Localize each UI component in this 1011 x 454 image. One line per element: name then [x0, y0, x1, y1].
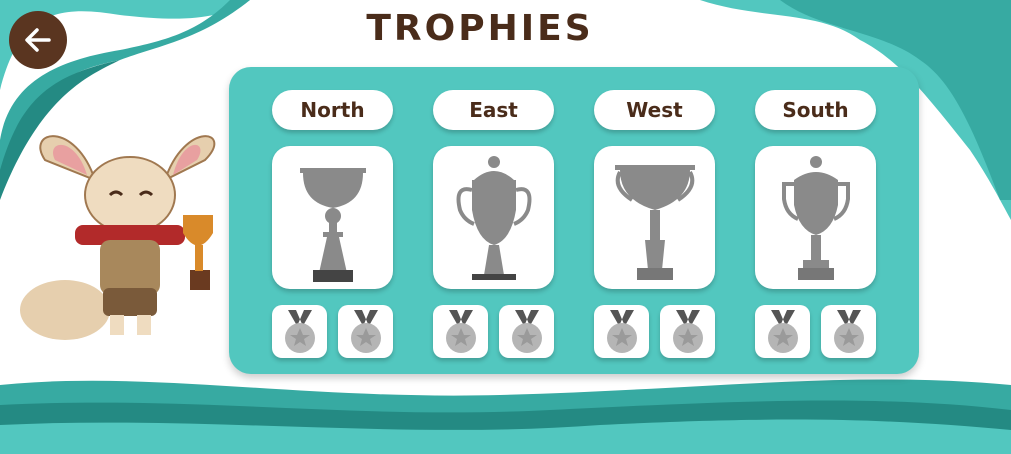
region-label: East: [433, 90, 554, 130]
cup-trophy-icon: [299, 168, 366, 282]
medal-icon: [833, 309, 864, 353]
medal-card[interactable]: [272, 305, 327, 358]
medal-card[interactable]: [755, 305, 810, 358]
handled-cup-trophy-icon: [614, 165, 695, 280]
medal-card[interactable]: [660, 305, 715, 358]
fox-mascot-illustration: [20, 135, 216, 340]
medal-card[interactable]: [499, 305, 554, 358]
arrow-left-icon: [25, 28, 51, 52]
medal-icon: [672, 309, 703, 353]
lidded-cup-trophy-icon: [456, 156, 531, 280]
medal-icon: [606, 309, 637, 353]
trophy-card[interactable]: [272, 146, 393, 289]
medal-icon: [767, 309, 798, 353]
lidded-handled-trophy-icon: [781, 156, 850, 280]
trophy-card[interactable]: [594, 146, 715, 289]
region-label: West: [594, 90, 715, 130]
medal-card[interactable]: [338, 305, 393, 358]
medal-card[interactable]: [594, 305, 649, 358]
medal-card[interactable]: [821, 305, 876, 358]
region-label: South: [755, 90, 876, 130]
trophy-card[interactable]: [433, 146, 554, 289]
medal-icon: [284, 309, 315, 353]
trophies-panel: North East West South: [229, 67, 919, 374]
medal-card[interactable]: [433, 305, 488, 358]
medal-icon: [445, 309, 476, 353]
trophy-card[interactable]: [755, 146, 876, 289]
page-title: TROPHIES: [366, 8, 594, 49]
medal-icon: [350, 309, 381, 353]
region-label: North: [272, 90, 393, 130]
back-button[interactable]: [9, 11, 67, 69]
medal-icon: [511, 309, 542, 353]
